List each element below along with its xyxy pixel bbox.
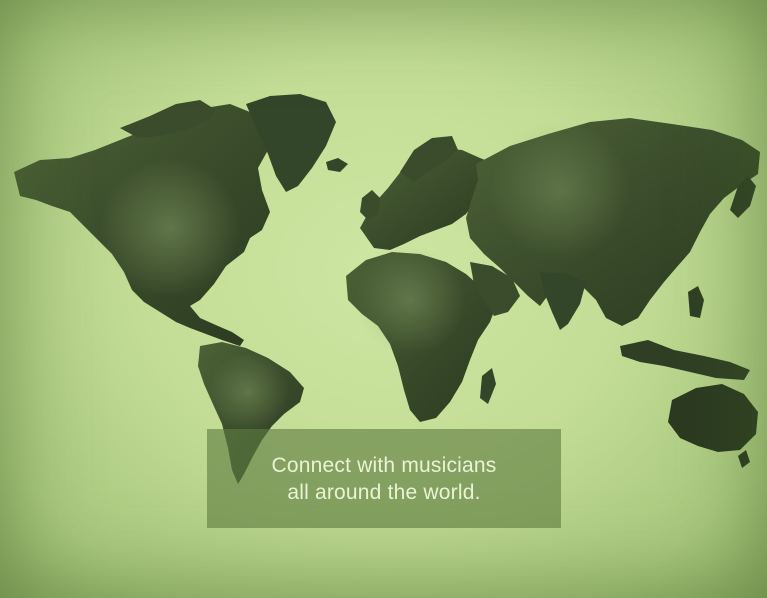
onboarding-screen: Connect with musicians all around the wo… <box>0 0 767 598</box>
saxophone-player-photo <box>355 245 465 355</box>
continent-madagascar <box>480 368 496 404</box>
caption-line-2: all around the world. <box>287 480 481 504</box>
continent-australia <box>668 384 758 452</box>
continent-new-zealand <box>738 450 750 468</box>
dj-photo <box>490 120 630 260</box>
drummer-photo <box>208 352 288 432</box>
continent-indonesia <box>620 340 750 380</box>
guitarist-photo <box>100 158 240 298</box>
caption-line-1: Connect with musicians <box>271 453 497 477</box>
continent-india <box>540 272 586 330</box>
caption-panel: Connect with musicians all around the wo… <box>207 429 561 528</box>
continent-philippines <box>688 286 704 318</box>
continent-iceland <box>326 158 348 172</box>
